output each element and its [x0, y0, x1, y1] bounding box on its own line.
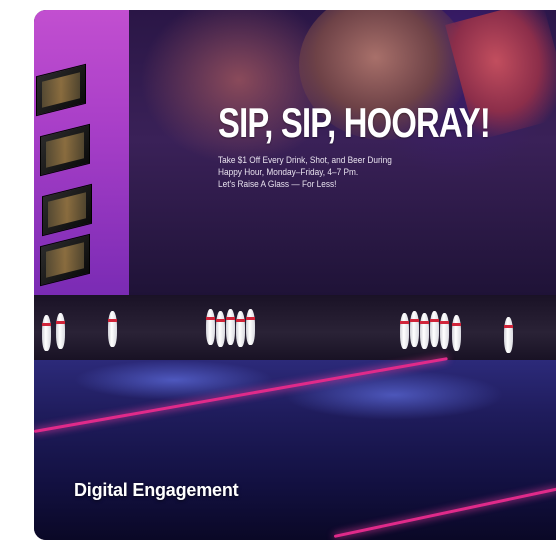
bowling-pin	[226, 309, 235, 345]
bowling-pin	[236, 311, 245, 347]
feature-card[interactable]: SIP, SIP, HOORAY! Take $1 Off Every Drin…	[34, 10, 556, 540]
bowling-lanes	[34, 357, 556, 540]
bowling-pin	[452, 315, 461, 351]
bowling-pin	[420, 313, 429, 349]
bowling-pin	[440, 313, 449, 349]
bowling-pin	[430, 311, 439, 347]
bowling-pin	[42, 315, 51, 351]
pin-deck	[34, 295, 556, 370]
promo-line-2: Happy Hour, Monday–Friday, 4–7 Pm.	[218, 167, 359, 177]
bowling-pin	[108, 311, 117, 347]
bowling-pin	[246, 309, 255, 345]
bowling-pin	[504, 317, 513, 353]
card-caption[interactable]: Digital Engagement	[74, 480, 239, 501]
promo-line-1: Take $1 Off Every Drink, Shot, and Beer …	[218, 155, 392, 165]
promo-overlay: SIP, SIP, HOORAY! Take $1 Off Every Drin…	[218, 102, 518, 190]
promo-line-3: Let's Raise A Glass — For Less!	[218, 179, 337, 189]
lane-light	[333, 487, 556, 538]
bowling-pin	[56, 313, 65, 349]
bowling-pin	[216, 311, 225, 347]
bowling-pin	[400, 313, 409, 349]
bowling-pin	[410, 311, 419, 347]
bowling-pin	[206, 309, 215, 345]
promo-body: Take $1 Off Every Drink, Shot, and Beer …	[218, 154, 494, 190]
promo-title: SIP, SIP, HOORAY!	[218, 99, 491, 146]
bowling-alley-photo: SIP, SIP, HOORAY! Take $1 Off Every Drin…	[34, 10, 556, 540]
lane-glow	[284, 370, 504, 420]
